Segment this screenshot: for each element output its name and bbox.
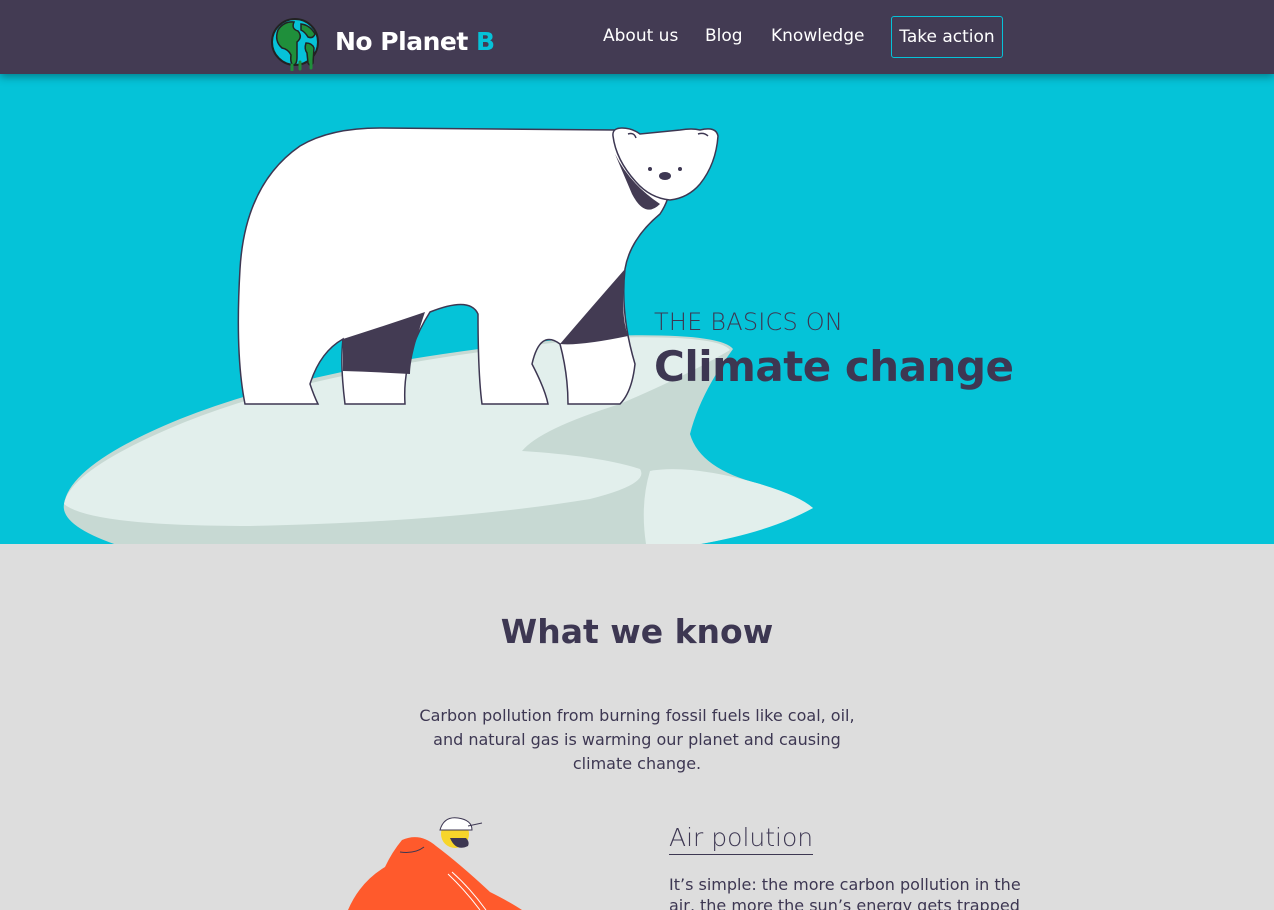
intro-paragraph: Carbon pollution from burning fossil fue… — [419, 706, 855, 773]
top-navbar: No Planet B About us Blog Knowledge Take… — [0, 0, 1274, 74]
nav-link-blog[interactable]: Blog — [705, 26, 743, 46]
earth-logo-icon[interactable] — [270, 15, 320, 72]
hero-title: Climate change — [654, 342, 1014, 391]
air-pollution-text: It’s simple: the more carbon pollution i… — [669, 875, 1021, 910]
person-in-orange-coat-illustration — [348, 817, 522, 910]
brand-logo-text[interactable]: No Planet B — [335, 27, 495, 56]
section-title: What we know — [500, 612, 774, 651]
air-pollution-title: Air polution — [669, 823, 814, 855]
take-action-button[interactable]: Take action — [891, 16, 1003, 58]
hero-kicker: THE BASICS ON — [654, 308, 844, 336]
hero-banner: THE BASICS ON Climate change — [0, 74, 1274, 544]
polar-bear-on-ice-illustration — [63, 127, 813, 544]
nav-link-knowledge[interactable]: Knowledge — [771, 26, 864, 46]
brand-name: No Planet — [335, 27, 476, 56]
brand-accent: B — [475, 27, 495, 56]
nav-link-about-us[interactable]: About us — [603, 26, 678, 46]
